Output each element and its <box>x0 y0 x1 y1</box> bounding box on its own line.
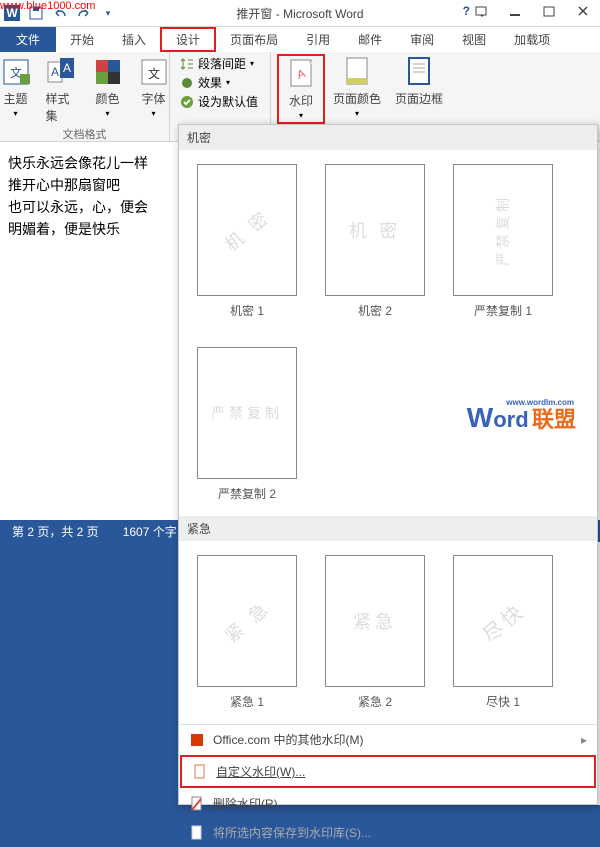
para-spacing-button[interactable]: 段落间距▾ <box>176 54 258 73</box>
watermark-gallery: 机密 机 密机密 1 机 密机密 2 严禁复制严禁复制 1 严禁复制严禁复制 2… <box>178 124 598 805</box>
remove-icon <box>189 796 205 812</box>
wordlm-logo: www.wordlm.com Word 联盟 <box>467 402 576 434</box>
page-color-icon <box>341 56 373 88</box>
watermark-option[interactable]: 机 密机密 2 <box>325 164 425 319</box>
tab-mail[interactable]: 邮件 <box>344 27 396 52</box>
tab-home[interactable]: 开始 <box>56 27 108 52</box>
page-color-button[interactable]: 页面颜色▾ <box>327 54 387 124</box>
word-count[interactable]: 1607 个字 <box>123 523 177 540</box>
themes-icon: 文 <box>0 56 32 88</box>
page-border-icon <box>403 56 435 88</box>
tab-design[interactable]: 设计 <box>160 27 216 52</box>
more-watermarks-office[interactable]: Office.com 中的其他水印(M) ▸ <box>179 725 597 754</box>
tab-view[interactable]: 视图 <box>448 27 500 52</box>
colors-button[interactable]: 颜色▾ <box>86 54 130 126</box>
tab-references[interactable]: 引用 <box>292 27 344 52</box>
ribbon-tabs: 文件 开始 插入 设计 页面布局 引用 邮件 审阅 视图 加载项 <box>0 27 600 52</box>
tab-insert[interactable]: 插入 <box>108 27 160 52</box>
office-icon <box>189 732 205 748</box>
background <box>0 542 178 805</box>
tab-addins[interactable]: 加载项 <box>500 27 564 52</box>
fonts-icon: 文 <box>138 56 170 88</box>
qat-dropdown-icon[interactable]: ▾ <box>100 5 116 21</box>
svg-text:A: A <box>50 65 58 79</box>
fonts-button[interactable]: 文 字体▾ <box>132 54 176 126</box>
site-watermark: www.blue1000.com <box>0 0 95 12</box>
page-icon <box>192 764 208 780</box>
set-default-button[interactable]: 设为默认值 <box>176 92 262 111</box>
remove-watermark[interactable]: 删除水印(R) <box>179 789 597 818</box>
page-indicator[interactable]: 第 2 页，共 2 页 <box>12 523 99 540</box>
watermark-option[interactable]: 紧 急紧急 1 <box>197 555 297 710</box>
themes-button[interactable]: 文 主题▾ <box>0 54 38 126</box>
close-icon[interactable] <box>566 0 600 22</box>
window-title: 推开窗 - Microsoft Word <box>236 5 363 22</box>
watermark-option[interactable]: 尽快尽快 1 <box>453 555 553 710</box>
minimize-icon[interactable] <box>498 0 532 22</box>
save-to-gallery: 将所选内容保存到水印库(S)... <box>179 818 597 847</box>
tab-layout[interactable]: 页面布局 <box>216 27 292 52</box>
svg-text:A: A <box>62 61 70 75</box>
save-gallery-icon <box>189 825 205 841</box>
svg-text:文: 文 <box>147 66 159 81</box>
tab-file[interactable]: 文件 <box>0 27 56 52</box>
effects-icon <box>180 76 194 90</box>
effects-button[interactable]: 效果▾ <box>176 73 234 92</box>
watermark-option[interactable]: 机 密机密 1 <box>197 164 297 319</box>
styleset-button[interactable]: AA 样式集 <box>40 54 84 126</box>
group-doc-format: 文档格式 <box>63 126 107 142</box>
watermark-option[interactable]: 严禁复制严禁复制 1 <box>453 164 553 319</box>
watermark-button[interactable]: A 水印▾ <box>277 54 325 124</box>
ribbon-options-icon[interactable] <box>464 0 498 22</box>
page-border-button[interactable]: 页面边框 <box>389 54 449 124</box>
watermark-icon: A <box>285 58 317 90</box>
maximize-icon[interactable] <box>532 0 566 22</box>
colors-icon <box>92 56 124 88</box>
styleset-icon: AA <box>46 56 78 88</box>
chevron-right-icon: ▸ <box>581 733 587 747</box>
gallery-header-urgent: 紧急 <box>179 516 597 541</box>
watermark-option[interactable]: 严禁复制严禁复制 2 <box>197 347 297 502</box>
para-spacing-icon <box>180 57 194 71</box>
custom-watermark[interactable]: 自定义水印(W)... <box>180 755 596 788</box>
watermark-option[interactable]: 紧急紧急 2 <box>325 555 425 710</box>
tab-review[interactable]: 审阅 <box>396 27 448 52</box>
gallery-header-confidential: 机密 <box>179 125 597 150</box>
checkmark-icon <box>180 95 194 109</box>
